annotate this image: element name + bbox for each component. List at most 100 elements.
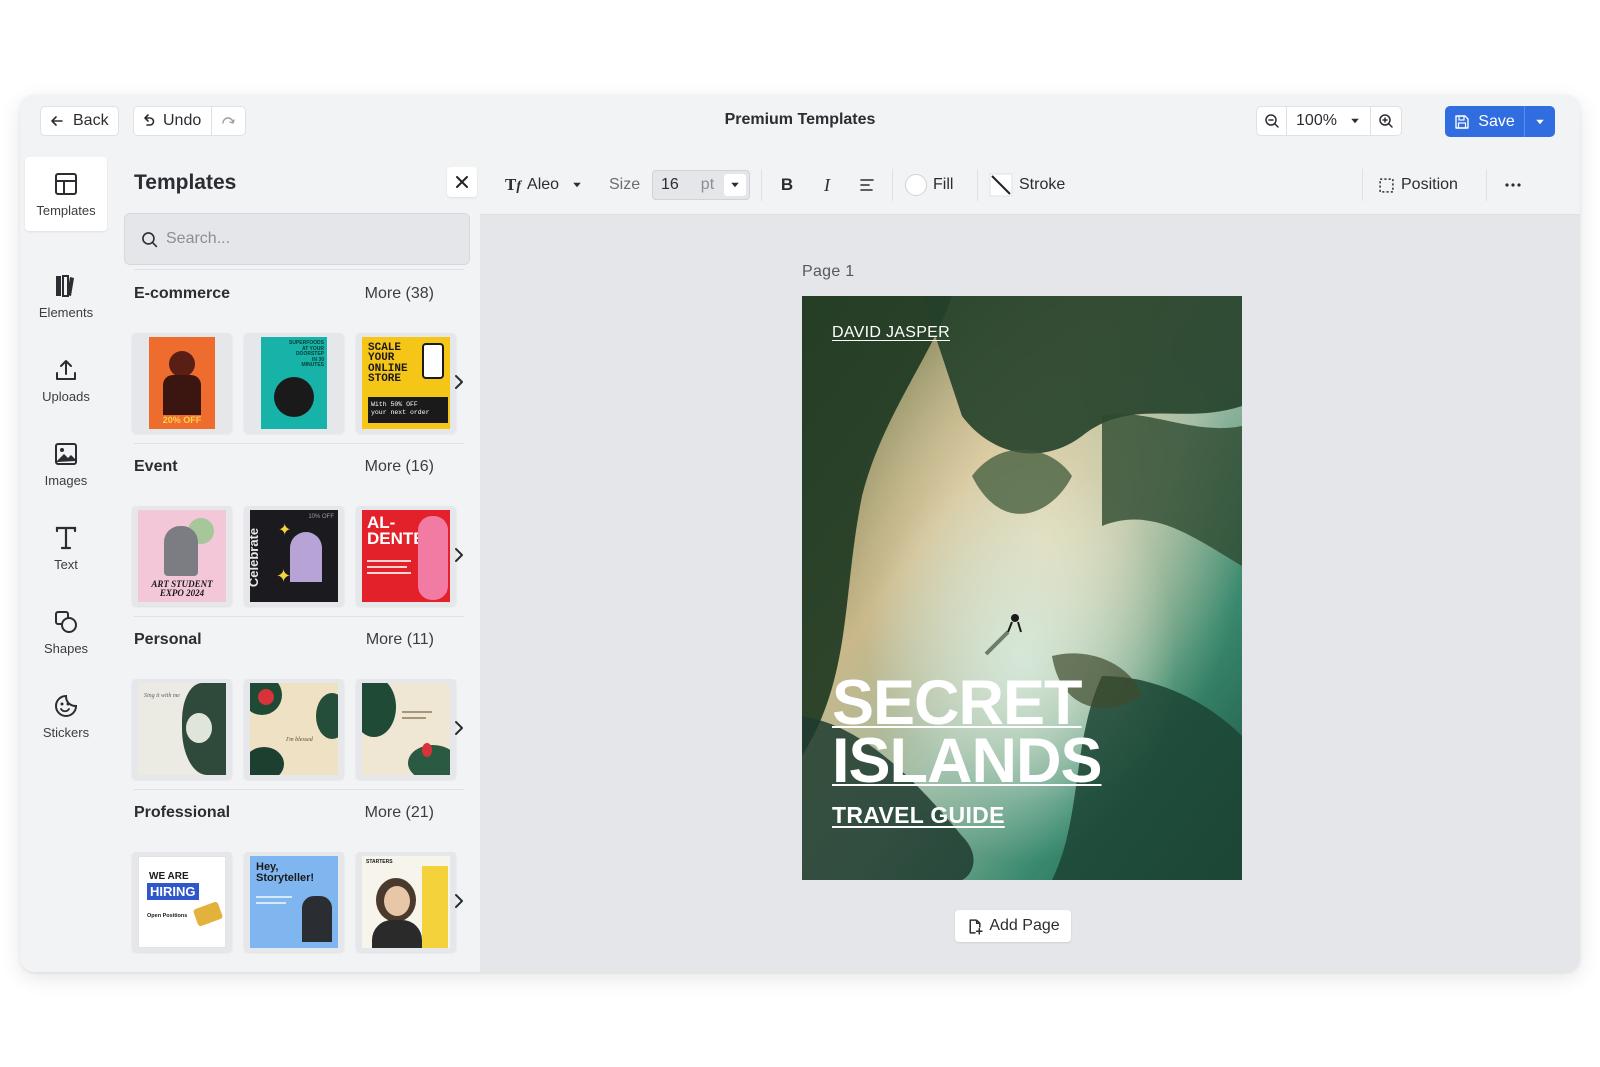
zoom-in-button[interactable]: [1371, 107, 1401, 135]
undo-icon: [144, 114, 155, 126]
undo-label: Undo: [163, 112, 202, 129]
thumb-text: Storyteller!: [256, 872, 315, 884]
template-thumb[interactable]: SUPERFOODS AT YOUR DOORSTEP IN 30 MINUTE…: [244, 333, 344, 433]
rail-item-images[interactable]: Images: [25, 427, 107, 501]
close-icon: [456, 176, 468, 188]
rail-label: Shapes: [43, 640, 89, 656]
rail-label: Templates: [36, 202, 96, 218]
cover-title-line2[interactable]: ISLANDS: [832, 730, 1103, 793]
italic-button[interactable]: I: [816, 170, 838, 200]
more-options-button[interactable]: [1500, 170, 1526, 200]
chevron-right-icon: [455, 721, 463, 735]
close-panel-button[interactable]: [447, 167, 477, 197]
section-header-ecommerce: E-commerce More (38): [134, 285, 434, 309]
redo-button[interactable]: [218, 113, 236, 129]
search-input[interactable]: [166, 230, 446, 248]
cover-subtitle[interactable]: TRAVEL GUIDE: [832, 802, 1005, 829]
back-button[interactable]: Back: [40, 106, 119, 136]
section-divider: [134, 789, 464, 790]
template-thumb[interactable]: I'm blessed: [244, 679, 344, 779]
template-art: SUPERFOODS AT YOUR DOORSTEP IN 30 MINUTE…: [261, 337, 327, 429]
template-art: Sing it with me: [138, 683, 226, 775]
fill-label: Fill: [933, 176, 954, 193]
template-thumb[interactable]: ART STUDENT EXPO 2024: [132, 506, 232, 606]
toolbar-divider: [1362, 169, 1363, 201]
thumb-text: WE ARE: [149, 871, 189, 882]
section-divider: [134, 269, 464, 270]
more-link[interactable]: More (16): [365, 458, 434, 482]
section-header-professional: Professional More (21): [134, 804, 434, 828]
font-size-field[interactable]: 16 pt: [652, 170, 750, 200]
zoom-out-button[interactable]: [1257, 107, 1287, 135]
thumb-text: Celebrate: [250, 527, 262, 588]
more-link[interactable]: More (38): [365, 285, 434, 309]
scroll-right-button[interactable]: [452, 718, 466, 738]
template-thumb[interactable]: [356, 679, 456, 779]
template-thumb[interactable]: Sing it with me: [132, 679, 232, 779]
thumb-text: Sing it with me: [144, 693, 180, 699]
template-thumb[interactable]: Celebrate ✦ ✦ 10% OFF: [244, 506, 344, 606]
scroll-right-button[interactable]: [452, 891, 466, 911]
thumb-text: STORE: [368, 373, 402, 386]
template-art: I'm blessed: [250, 683, 338, 775]
section-title: E-commerce: [134, 285, 231, 302]
ellipsis-icon: [1505, 183, 1521, 187]
save-options-button[interactable]: [1525, 106, 1555, 137]
undo-button[interactable]: Undo: [140, 107, 213, 135]
scroll-right-button[interactable]: [452, 372, 466, 392]
save-button[interactable]: Save: [1445, 106, 1525, 137]
stroke-none-icon: [989, 173, 1013, 197]
template-thumb[interactable]: WE ARE HIRING Open Positions: [132, 852, 232, 952]
zoom-select[interactable]: 100%: [1287, 107, 1371, 135]
section-header-personal: Personal More (11): [134, 631, 434, 655]
thumb-text: EXPO 2024: [159, 588, 205, 598]
fill-button[interactable]: Fill: [905, 170, 953, 200]
save-label: Save: [1478, 112, 1515, 130]
add-page-label: Add Page: [989, 917, 1060, 934]
thumb-text: 10% OFF: [308, 514, 334, 520]
font-select[interactable]: Tf Aleo: [505, 170, 583, 200]
template-thumb[interactable]: AL- DENTE: [356, 506, 456, 606]
thumb-text: With 50% OFF: [371, 401, 418, 408]
rail-item-elements[interactable]: Elements: [25, 259, 107, 333]
template-thumb[interactable]: SCALE YOUR ONLINE STORE With 50% OFF you…: [356, 333, 456, 433]
template-art: Celebrate ✦ ✦ 10% OFF: [250, 510, 338, 602]
chevron-right-icon: [455, 548, 463, 562]
image-icon: [55, 442, 77, 465]
align-button[interactable]: [856, 170, 878, 200]
template-thumb[interactable]: Hey, Storyteller!: [244, 852, 344, 952]
template-thumb[interactable]: 20% OFF: [132, 333, 232, 433]
section-header-event: Event More (16): [134, 458, 434, 482]
stroke-button[interactable]: Stroke: [989, 170, 1065, 200]
more-link[interactable]: More (21): [365, 804, 434, 828]
rail-item-uploads[interactable]: Uploads: [25, 343, 107, 417]
design-canvas[interactable]: DAVID JASPER SECRET ISLANDS TRAVEL GUIDE: [802, 296, 1242, 880]
zoom-control: 100%: [1256, 106, 1402, 136]
rail-item-shapes[interactable]: Shapes: [25, 595, 107, 669]
font-size-dropdown[interactable]: [724, 174, 746, 196]
save-button-group: Save: [1445, 106, 1555, 137]
chevron-right-icon: [455, 894, 463, 908]
rail-item-text[interactable]: Text: [25, 511, 107, 585]
page-label: Page 1: [802, 263, 855, 280]
zoom-value: 100%: [1296, 112, 1337, 129]
template-art: STARTERS: [362, 856, 450, 948]
rail-label: Uploads: [42, 388, 90, 404]
thumb-text: STARTERS: [366, 859, 393, 865]
rail-item-stickers[interactable]: Stickers: [25, 679, 107, 753]
template-art: SCALE YOUR ONLINE STORE With 50% OFF you…: [362, 337, 450, 429]
templates-panel: Templates E-commerce More (38) 20% OFF S…: [112, 155, 480, 972]
rail-label: Images: [44, 472, 88, 488]
add-page-button[interactable]: Add Page: [955, 910, 1071, 942]
position-button[interactable]: Position: [1378, 170, 1458, 200]
rail-item-templates[interactable]: Templates: [25, 157, 107, 231]
search-icon: [142, 231, 158, 247]
toolbar-divider: [761, 169, 762, 201]
scroll-right-button[interactable]: [452, 545, 466, 565]
template-thumb[interactable]: STARTERS: [356, 852, 456, 952]
zoom-in-icon: [1379, 114, 1393, 128]
more-link[interactable]: More (11): [366, 631, 434, 655]
cover-author[interactable]: DAVID JASPER: [832, 324, 950, 342]
template-art: WE ARE HIRING Open Positions: [138, 856, 226, 948]
bold-button[interactable]: B: [776, 170, 798, 200]
